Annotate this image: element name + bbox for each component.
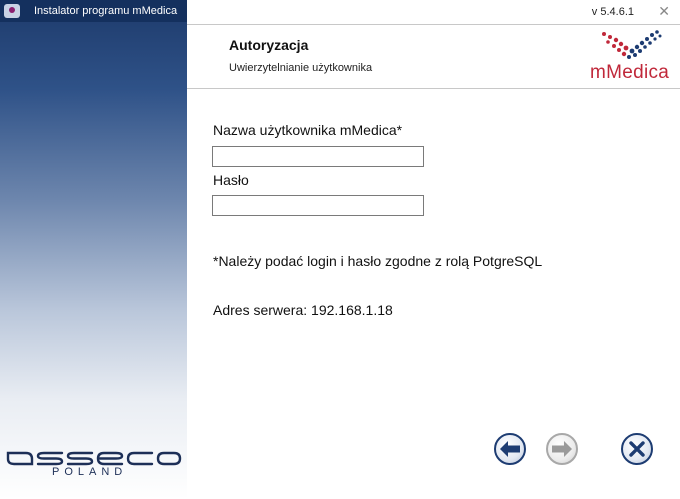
close-icon [629,441,645,457]
page-title: Autoryzacja [229,37,309,53]
header-divider [187,88,680,89]
username-input[interactable] [212,146,424,167]
back-button[interactable] [494,433,526,465]
arrow-left-icon [500,441,520,457]
page-subtitle: Uwierzytelnianie użytkownika [229,62,373,74]
title-bar: Instalator programu mMedica [0,0,187,22]
top-strip: v 5.4.6.1 ✕ [187,0,680,25]
left-panel [0,0,187,499]
username-label: Nazwa użytkownika mMedica* [213,122,403,138]
asseco-country-label: POLAND [52,466,128,478]
password-input[interactable] [212,195,424,216]
version-label: v 5.4.6.1 [591,6,634,18]
arrow-right-icon [552,441,572,457]
next-button[interactable] [546,433,578,465]
credentials-note: *Należy podać login i hasło zgodne z rol… [213,253,543,269]
server-address: Adres serwera: 192.168.1.18 [213,302,393,318]
mmedica-logo-text: mMedica [590,62,670,83]
password-label: Hasło [213,172,249,188]
window-close-icon[interactable]: ✕ [658,3,670,20]
cancel-button[interactable] [621,433,653,465]
window-title: Instalator programu mMedica [34,5,178,17]
app-icon [4,4,20,18]
